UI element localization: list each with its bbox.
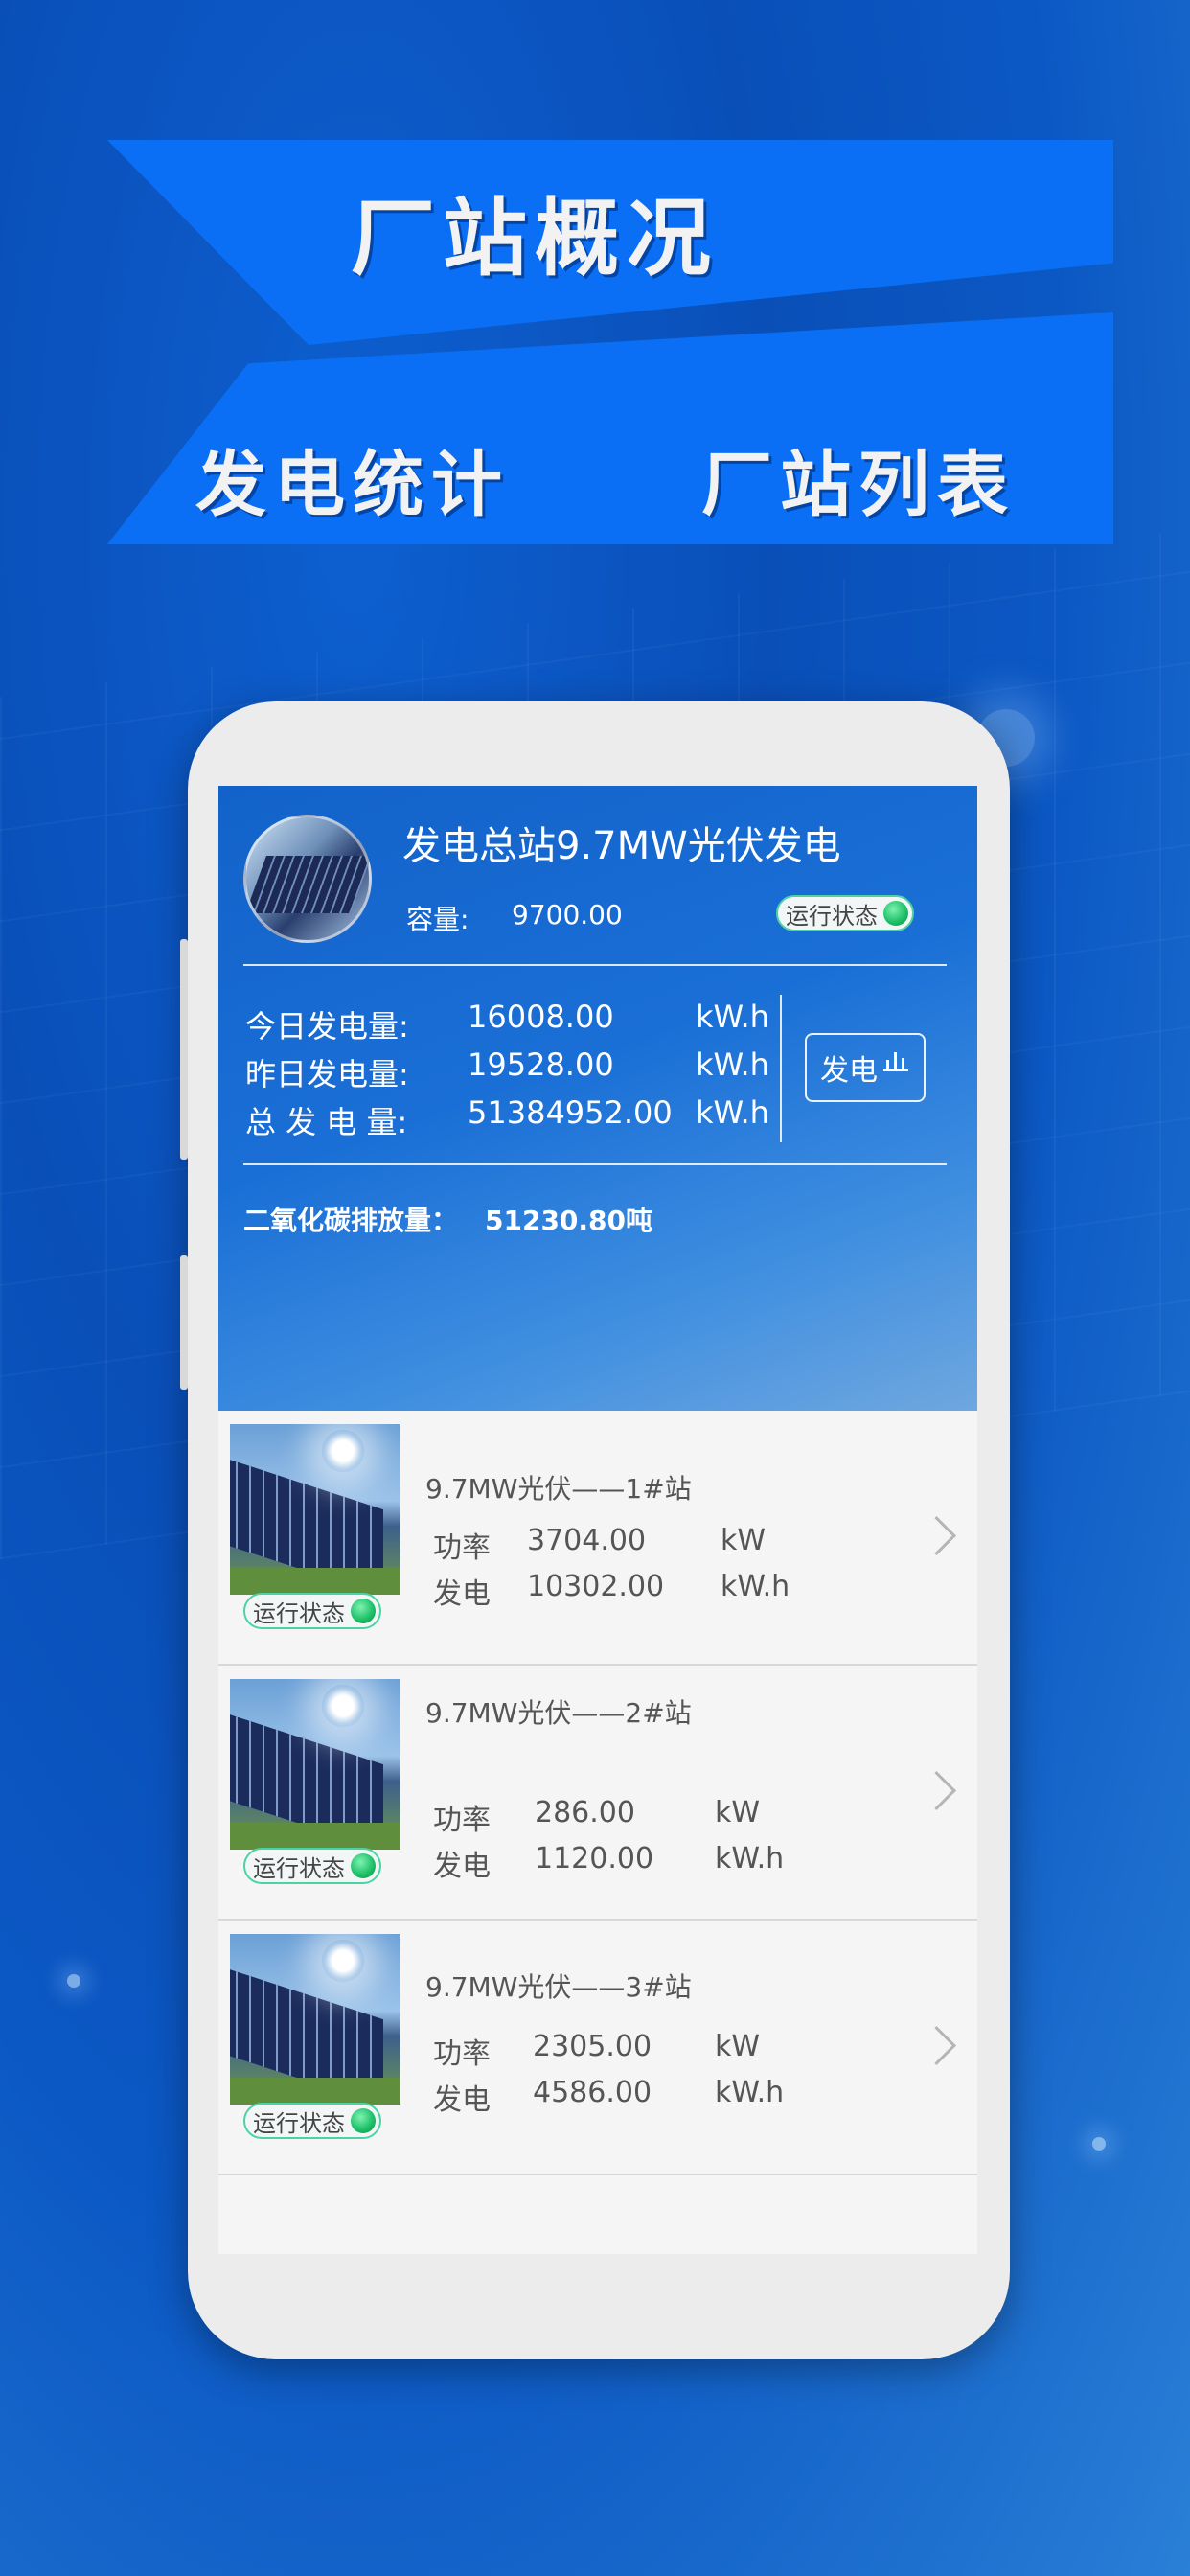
power-unit: kW [715,2030,761,2063]
power-value: 2305.00 [533,2030,652,2063]
station-thumbnail [230,1934,400,2104]
divider [243,964,947,966]
power-unit: kW [715,1796,761,1829]
station-status-badge: 运行状态 [776,895,914,932]
stat-label: 总 发 电 量: [245,1104,408,1140]
phone-side-button [180,939,188,1160]
divider-vertical [780,995,782,1142]
station-status-badge: 运行状态 [243,2103,381,2139]
station-list-item[interactable]: 运行状态 9.7MW光伏——1#站 功率 3704.00 kW 发电 10302… [218,1411,977,1666]
status-label: 运行状态 [253,1854,345,1882]
stat-label: 昨日发电量: [245,1056,409,1092]
banner-title: 厂站概况 [351,188,720,288]
co2-value: 51230.80吨 [485,1205,653,1236]
generation-chart-button[interactable]: 发电 [805,1033,926,1102]
station-overview-card: 发电总站9.7MW光伏发电 容量: 9700.00 运行状态 今日发电量: 16… [218,786,977,1411]
power-label: 功率 [433,2037,491,2071]
power-value: 286.00 [535,1796,635,1829]
capacity-label: 容量: [406,904,469,935]
station-list-item[interactable]: 运行状态 9.7MW光伏——3#站 功率 2305.00 kW 发电 4586.… [218,1920,977,2175]
station-name: 发电总站9.7MW光伏发电 [402,824,841,868]
generation-unit: kW.h [721,1570,790,1603]
power-value: 3704.00 [527,1524,647,1557]
tab-generation-stats[interactable]: 发电统计 [195,427,510,530]
phone-side-button [180,1255,188,1390]
bar-chart-icon [883,1052,908,1071]
station-avatar [243,815,372,943]
chevron-right-icon[interactable] [916,1515,957,1556]
station-title: 9.7MW光伏——1#站 [425,1473,692,1505]
generation-label: 发电 [433,1850,491,1883]
stat-unit: kW.h [696,1046,769,1083]
power-label: 功率 [433,1804,491,1837]
generation-value: 1120.00 [535,1842,654,1875]
app-screen: 发电总站9.7MW光伏发电 容量: 9700.00 运行状态 今日发电量: 16… [218,786,977,2254]
stat-value: 16008.00 [468,999,614,1035]
status-dot-icon [351,2108,376,2133]
divider [243,1163,947,1165]
station-thumbnail [230,1679,400,1850]
stat-unit: kW.h [696,999,769,1035]
chevron-right-icon[interactable] [916,2025,957,2066]
station-title: 9.7MW光伏——2#站 [425,1697,692,1729]
status-label: 运行状态 [253,2109,345,2137]
capacity-value: 9700.00 [512,899,623,931]
station-list-item[interactable]: 运行状态 9.7MW光伏——2#站 功率 286.00 kW 发电 1120.0… [218,1666,977,1920]
status-dot-icon [351,1598,376,1623]
stat-unit: kW.h [696,1094,769,1131]
co2-label: 二氧化碳排放量： [243,1205,459,1236]
stat-label: 今日发电量: [245,1008,409,1045]
chevron-right-icon[interactable] [916,1770,957,1811]
background-glow [67,1974,80,1988]
generation-unit: kW.h [715,2076,785,2109]
generation-label: 发电 [433,2083,491,2117]
station-status-badge: 运行状态 [243,1593,381,1629]
stat-value: 51384952.00 [468,1094,673,1131]
status-dot-icon [351,1853,376,1878]
status-label: 运行状态 [786,902,878,930]
generation-value: 4586.00 [533,2076,652,2109]
station-title: 9.7MW光伏——3#站 [425,1971,692,2003]
power-unit: kW [721,1524,767,1557]
status-dot-icon [883,901,908,926]
generation-button-label: 发电 [820,1054,878,1088]
generation-unit: kW.h [715,1842,785,1875]
background-glow [1092,2137,1106,2150]
station-thumbnail [230,1424,400,1595]
station-status-badge: 运行状态 [243,1848,381,1884]
status-label: 运行状态 [253,1599,345,1627]
generation-value: 10302.00 [527,1570,665,1603]
generation-label: 发电 [433,1577,491,1611]
tab-station-list[interactable]: 厂站列表 [701,427,1016,530]
power-label: 功率 [433,1531,491,1565]
stat-value: 19528.00 [468,1046,614,1083]
